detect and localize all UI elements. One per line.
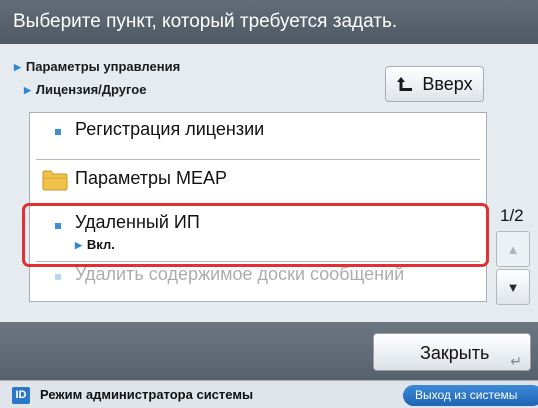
triangle-down-icon: ▼ [506,279,520,295]
list-item-clear-message-board[interactable]: Удалить содержимое доски сообщений [30,262,486,301]
id-icon: ID [12,387,30,404]
breadcrumb-level1: ▶ Параметры управления [14,59,181,74]
close-button-label: Закрыть [420,343,490,363]
breadcrumb-arrow-icon: ▶ [24,85,31,95]
status-bar: ID Режим администратора системы Выход из… [0,380,538,408]
breadcrumb-level2: ▶ Лицензия/Другое [24,82,147,97]
page-indicator: 1/2 [500,206,524,225]
breadcrumb-arrow-icon: ▶ [14,62,21,72]
scroll-up-button[interactable]: ▲ [496,231,530,267]
scroll-down-button[interactable]: ▼ [496,269,530,305]
up-button-label: Вверх [422,73,473,94]
list-item-label: Удалить содержимое доски сообщений [75,264,405,284]
list-item-meap-settings[interactable]: Параметры MEAP [30,160,486,204]
status-mode-text: Режим администратора системы [40,387,254,402]
bullet-icon [55,129,61,135]
folder-icon [42,170,68,191]
list-item-license-registration[interactable]: Регистрация лицензии [30,113,486,159]
list-item-label: Параметры MEAP [75,168,227,188]
enter-icon: ↵ [510,353,522,369]
screen-title: Выберите пункт, который требуется задать… [0,0,538,44]
triangle-up-icon: ▲ [506,241,520,257]
selection-highlight [22,203,489,267]
list-item-label: Регистрация лицензии [75,119,265,139]
up-arrow-icon [397,77,413,91]
close-button[interactable]: Закрыть ↵ [373,333,531,371]
up-button[interactable]: Вверх [385,66,484,102]
logout-button[interactable]: Выход из системы [403,385,538,406]
bullet-icon [55,274,61,280]
